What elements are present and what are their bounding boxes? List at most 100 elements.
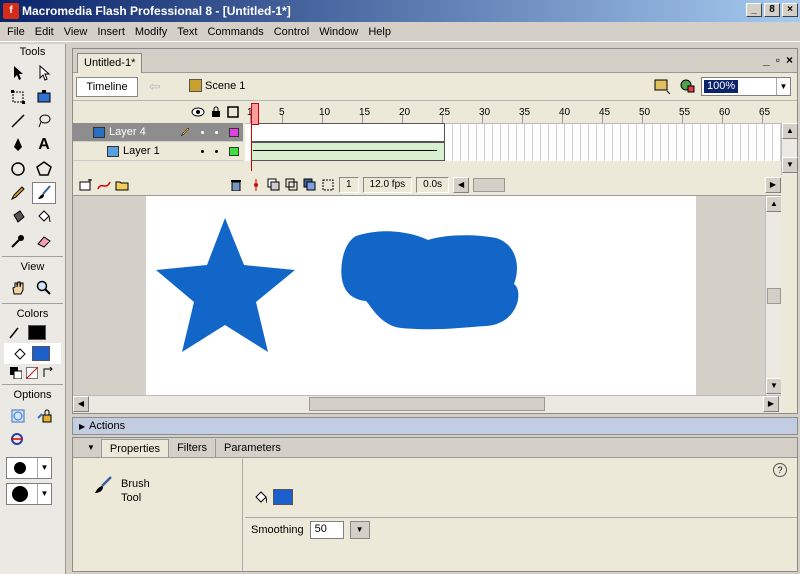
object-drawing-icon[interactable] — [6, 405, 30, 427]
lock-icon[interactable] — [211, 106, 221, 118]
smoothing-input[interactable]: 50 — [309, 521, 344, 539]
stroke-color-swatch[interactable] — [28, 325, 46, 340]
scroll-left-icon[interactable]: ◀ — [73, 396, 89, 412]
onion-markers-icon[interactable] — [321, 178, 335, 192]
layer-row[interactable]: Layer 4 — [73, 123, 243, 142]
help-icon[interactable]: ? — [773, 463, 787, 477]
scroll-right-icon[interactable]: ▶ — [765, 177, 781, 193]
subselection-tool-icon[interactable] — [32, 62, 56, 84]
tab-filters[interactable]: Filters — [169, 439, 217, 457]
edit-scene-icon[interactable] — [653, 77, 671, 95]
edit-symbols-icon[interactable] — [679, 77, 697, 95]
pen-tool-icon[interactable] — [6, 134, 30, 156]
onion-outline-icon[interactable] — [285, 178, 299, 192]
insert-layer-icon[interactable] — [79, 179, 93, 191]
back-arrow-icon[interactable]: ⇦ — [149, 79, 169, 93]
actions-label[interactable]: Actions — [89, 420, 125, 432]
layer-1-frames[interactable] — [251, 142, 445, 161]
fill-color-swatch[interactable] — [32, 346, 50, 361]
hand-tool-icon[interactable] — [6, 277, 30, 299]
timeline-hscroll-thumb[interactable] — [473, 178, 506, 192]
lock-fill-icon[interactable] — [32, 405, 56, 427]
eraser-tool-icon[interactable] — [32, 230, 56, 252]
scroll-left-icon[interactable]: ◀ — [453, 177, 470, 193]
hscroll-thumb[interactable] — [309, 397, 545, 411]
layer-name[interactable]: Layer 1 — [123, 145, 160, 157]
collapse-arrow-icon[interactable]: ▼ — [87, 443, 95, 452]
onion-skin-icon[interactable] — [267, 178, 281, 192]
brush-mode-icon[interactable] — [6, 429, 30, 451]
zoom-select[interactable]: 100% ▼ — [701, 77, 791, 96]
tab-properties[interactable]: Properties — [100, 439, 170, 457]
menu-file[interactable]: File — [2, 26, 30, 38]
swap-colors-icon[interactable] — [42, 367, 54, 379]
oval-tool-icon[interactable] — [6, 158, 30, 180]
menu-insert[interactable]: Insert — [92, 26, 130, 38]
playhead[interactable] — [251, 103, 260, 171]
add-motion-guide-icon[interactable] — [97, 179, 111, 191]
scroll-right-icon[interactable]: ▶ — [763, 396, 779, 412]
blob-shape[interactable] — [341, 231, 519, 330]
no-color-icon[interactable] — [26, 367, 38, 379]
stage-area[interactable]: ▲ ▼ — [73, 195, 781, 395]
edit-multiple-icon[interactable] — [303, 178, 317, 192]
zoom-value[interactable]: 100% — [704, 80, 739, 93]
outline-icon[interactable] — [227, 106, 239, 118]
stage-vscroll[interactable]: ▲ ▼ — [765, 196, 781, 395]
brush-size-select[interactable]: ▼ — [6, 457, 52, 479]
text-tool-icon[interactable]: A — [32, 134, 56, 156]
stage[interactable] — [146, 196, 696, 395]
fill-color-swatch[interactable] — [273, 489, 293, 505]
doc-close-icon[interactable]: × — [786, 53, 793, 67]
menu-edit[interactable]: Edit — [30, 26, 59, 38]
menu-text[interactable]: Text — [172, 26, 202, 38]
document-tab[interactable]: Untitled-1* — [77, 53, 143, 73]
scene-label[interactable]: Scene 1 — [205, 80, 245, 92]
selection-tool-icon[interactable] — [6, 62, 30, 84]
lasso-tool-icon[interactable] — [32, 110, 56, 132]
scroll-up-icon[interactable]: ▲ — [782, 123, 798, 139]
eye-icon[interactable] — [191, 107, 205, 117]
star-shape[interactable] — [156, 218, 295, 352]
timeline-button[interactable]: Timeline — [76, 77, 138, 97]
layer-4-frames[interactable] — [251, 123, 445, 142]
brush-shape-select[interactable]: ▼ — [6, 483, 52, 505]
timeline-vscroll[interactable]: ▲ ▼ — [781, 123, 798, 175]
menu-control[interactable]: Control — [269, 26, 314, 38]
center-frame-icon[interactable] — [249, 178, 263, 192]
vscroll-thumb[interactable] — [766, 288, 781, 304]
scroll-down-icon[interactable]: ▼ — [782, 157, 798, 173]
layer-color-swatch[interactable] — [229, 146, 239, 156]
scroll-down-icon[interactable]: ▼ — [766, 378, 781, 394]
expand-arrow-icon[interactable]: ▶ — [79, 422, 85, 431]
layer-row[interactable]: Layer 1 — [73, 142, 243, 161]
menu-commands[interactable]: Commands — [202, 26, 268, 38]
layer-name[interactable]: Layer 4 — [109, 126, 146, 138]
zoom-tool-icon[interactable] — [32, 277, 56, 299]
menu-help[interactable]: Help — [363, 26, 396, 38]
menu-view[interactable]: View — [59, 26, 93, 38]
menu-modify[interactable]: Modify — [130, 26, 172, 38]
pencil-tool-icon[interactable] — [6, 182, 30, 204]
frame-ruler[interactable]: 1 5 10 15 20 25 30 35 40 45 50 55 60 65 — [245, 105, 781, 123]
stage-hscroll[interactable]: ◀ ▶ — [73, 395, 781, 412]
polystar-tool-icon[interactable] — [32, 158, 56, 180]
gradient-transform-tool-icon[interactable] — [32, 86, 56, 108]
doc-restore-icon[interactable]: ▫ — [776, 53, 780, 67]
restore-button[interactable]: 8 — [764, 3, 780, 17]
paint-bucket-tool-icon[interactable] — [32, 206, 56, 228]
line-tool-icon[interactable] — [6, 110, 30, 132]
close-button[interactable]: × — [782, 3, 798, 17]
free-transform-tool-icon[interactable] — [6, 86, 30, 108]
actions-panel-bar[interactable]: ▶ Actions — [72, 417, 798, 435]
black-white-icon[interactable] — [10, 367, 22, 379]
minimize-button[interactable]: _ — [746, 3, 762, 17]
insert-folder-icon[interactable] — [115, 179, 129, 191]
brush-tool-icon[interactable] — [32, 182, 56, 204]
scroll-up-icon[interactable]: ▲ — [766, 196, 781, 212]
ink-bottle-tool-icon[interactable] — [6, 206, 30, 228]
tab-parameters[interactable]: Parameters — [216, 439, 289, 457]
delete-layer-icon[interactable] — [229, 179, 243, 191]
frames-grid[interactable]: 1 5 10 15 20 25 30 35 40 45 50 55 60 65 — [245, 101, 781, 175]
layer-color-swatch[interactable] — [229, 127, 239, 137]
